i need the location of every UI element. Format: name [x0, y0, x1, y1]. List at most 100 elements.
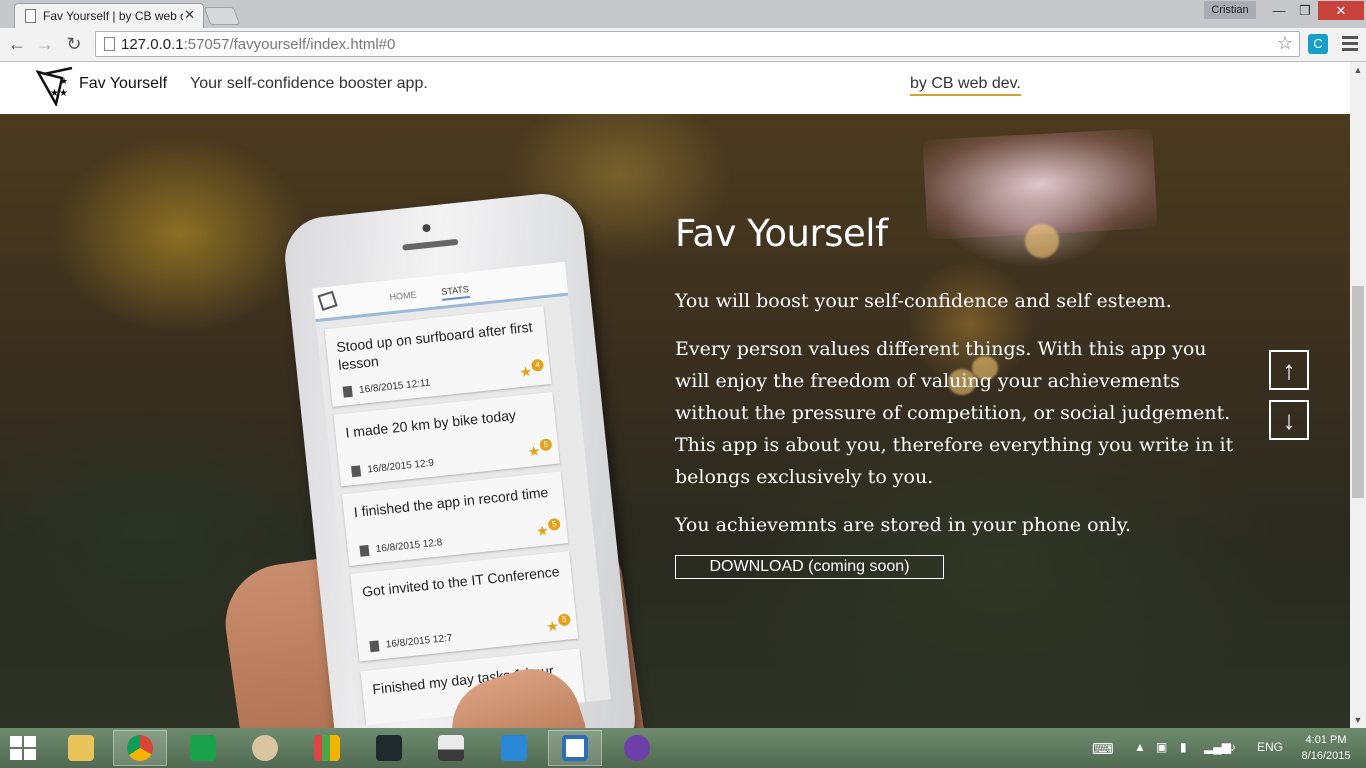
achievement-text: Got invited to the IT Conference: [361, 563, 561, 600]
achievement-date: 16/8/2015 12:11: [358, 377, 431, 396]
chrome-icon: [127, 735, 153, 761]
taskbar-clock[interactable]: 4:01 PM 8/16/2015: [1296, 732, 1356, 764]
bookmark-star-icon[interactable]: ☆: [1277, 33, 1293, 54]
page-viewport: ★★ ★ Fav Yourself Your self-confidence b…: [0, 62, 1350, 728]
taskbar-brackets[interactable]: [548, 730, 602, 766]
achievement-date: 16/8/2015 12:8: [375, 537, 443, 556]
taskbar-file-explorer[interactable]: [54, 730, 108, 766]
forward-button[interactable]: →: [33, 32, 57, 56]
scrollbar-down-arrow-icon[interactable]: ▼: [1350, 712, 1366, 728]
url-host: 127.0.0.1: [121, 36, 184, 53]
tab-title: Fav Yourself | by CB web dev.: [43, 9, 183, 23]
taskbar-chrome[interactable]: [113, 730, 167, 766]
calculator-icon: [501, 735, 527, 761]
rating-badge: 5: [539, 438, 553, 452]
taskbar-scanner[interactable]: [424, 730, 478, 766]
tagline: Your self-confidence booster app.: [190, 75, 428, 92]
url-text[interactable]: 127.0.0.1:57057/favyourself/index.html#0: [121, 36, 395, 53]
hero-title: Fav Yourself: [675, 212, 888, 255]
achievement-card: I made 20 km by bike today 16/8/2015 12:…: [333, 391, 560, 487]
svg-text:★★: ★★: [50, 88, 68, 99]
maximize-button[interactable]: ❐: [1292, 1, 1318, 20]
language-indicator[interactable]: ENG: [1257, 740, 1283, 754]
hero-paragraph-3: You achievemnts are stored in your phone…: [675, 514, 1132, 536]
bokeh-light: [1025, 224, 1059, 258]
page-scrollbar[interactable]: ▲ ▼: [1350, 62, 1366, 728]
achievement-date: 16/8/2015 12:9: [366, 457, 435, 476]
achievement-text: Stood up on surfboard after first lesson: [335, 318, 534, 373]
browser-titlebar: Fav Yourself | by CB web dev. ✕ Cristian…: [0, 0, 1366, 28]
download-button[interactable]: DOWNLOAD (coming soon): [675, 555, 944, 579]
volume-icon[interactable]: ♪: [1230, 740, 1236, 754]
back-button[interactable]: ←: [5, 32, 29, 56]
new-tab-button[interactable]: [203, 7, 241, 25]
taskbar-calculator[interactable]: [487, 730, 541, 766]
file-explorer-icon: [68, 735, 94, 761]
fav-yourself-logo-icon[interactable]: ★★ ★: [34, 66, 76, 106]
page-icon: [104, 37, 115, 51]
show-hidden-icons-icon[interactable]: ▲: [1134, 740, 1146, 754]
phone-mockup: HOME STATS Stood up on surfboard after f…: [281, 189, 639, 728]
windows-taskbar: ⌨ ▲ ▣ ▮ ▂▄▆ ♪ ENG 4:01 PM 8/16/2015: [0, 728, 1366, 768]
fitbit-icon: [376, 735, 402, 761]
chrome-menu-icon[interactable]: [1340, 33, 1360, 55]
paint-icon: [252, 735, 278, 761]
taskbar-paint[interactable]: [238, 730, 292, 766]
github-icon: [624, 735, 650, 761]
app-tab-home: HOME: [389, 289, 417, 303]
browser-tab[interactable]: Fav Yourself | by CB web dev. ✕: [14, 3, 204, 28]
tab-close-icon[interactable]: ✕: [184, 7, 195, 23]
taskbar-fitbit[interactable]: [362, 730, 416, 766]
network-icon[interactable]: ▂▄▆: [1204, 740, 1231, 754]
scanner-icon: [438, 735, 464, 761]
scrollbar-up-arrow-icon[interactable]: ▲: [1350, 62, 1366, 78]
reload-button[interactable]: ↻: [62, 32, 86, 56]
taskbar-grid-app[interactable]: [300, 730, 354, 766]
rating-badge: 5: [557, 613, 571, 627]
clock-date: 8/16/2015: [1301, 750, 1351, 762]
rating-badge: 4: [530, 358, 545, 372]
close-window-button[interactable]: ✕: [1318, 1, 1364, 20]
achievement-card: Got invited to the IT Conference 16/8/20…: [350, 550, 579, 662]
phone-camera: [422, 223, 431, 233]
hero-paragraph-1: You will boost your self-confidence and …: [675, 290, 1172, 312]
svg-text:★: ★: [60, 76, 68, 86]
brand-name[interactable]: Fav Yourself: [79, 75, 167, 93]
store-icon: [190, 735, 216, 761]
scroll-up-arrow-icon[interactable]: ↑: [1269, 350, 1309, 390]
achievement-text: I finished the app in record time: [353, 483, 549, 521]
achievement-text: I made 20 km by bike today: [344, 406, 517, 441]
url-path: :57057/favyourself/index.html#0: [183, 36, 396, 53]
keyboard-icon[interactable]: ⌨: [1092, 740, 1114, 758]
taskbar-github[interactable]: [610, 730, 664, 766]
site-header: ★★ ★ Fav Yourself Your self-confidence b…: [0, 62, 1350, 114]
page-favicon-icon: [25, 9, 36, 23]
phone-speaker: [402, 238, 459, 251]
achievement-card: I finished the app in record time 16/8/2…: [341, 471, 569, 566]
app-logo-icon: [317, 290, 338, 311]
brackets-icon: [562, 735, 588, 761]
phone-screen: HOME STATS Stood up on surfboard after f…: [312, 261, 611, 726]
taskbar-store[interactable]: [176, 730, 230, 766]
trash-icon: [369, 640, 380, 653]
trash-icon: [359, 544, 370, 557]
trash-icon: [351, 465, 362, 478]
hero-section: HOME STATS Stood up on surfboard after f…: [0, 114, 1350, 728]
byline-link[interactable]: by CB web dev.: [910, 75, 1021, 96]
trash-icon: [342, 385, 353, 398]
scroll-down-arrow-icon[interactable]: ↓: [1269, 400, 1309, 440]
extension-icon[interactable]: C: [1308, 34, 1328, 54]
achievement-date: 16/8/2015 12:7: [385, 632, 453, 651]
app-tab-stats: STATS: [440, 284, 470, 301]
browser-toolbar: ← → ↻ 127.0.0.1:57057/favyourself/index.…: [0, 28, 1366, 62]
start-button-icon[interactable]: [10, 736, 38, 762]
grid-app-icon: [314, 735, 340, 761]
address-bar[interactable]: 127.0.0.1:57057/favyourself/index.html#0…: [95, 31, 1300, 57]
battery-icon[interactable]: ▮: [1180, 740, 1187, 754]
profile-badge[interactable]: Cristian: [1204, 1, 1256, 19]
rating-badge: 5: [547, 517, 561, 531]
action-center-icon[interactable]: ▣: [1156, 740, 1167, 754]
achievement-card: Stood up on surfboard after first lesson…: [324, 306, 552, 407]
scrollbar-thumb[interactable]: [1352, 286, 1364, 498]
minimize-button[interactable]: —: [1266, 1, 1292, 20]
